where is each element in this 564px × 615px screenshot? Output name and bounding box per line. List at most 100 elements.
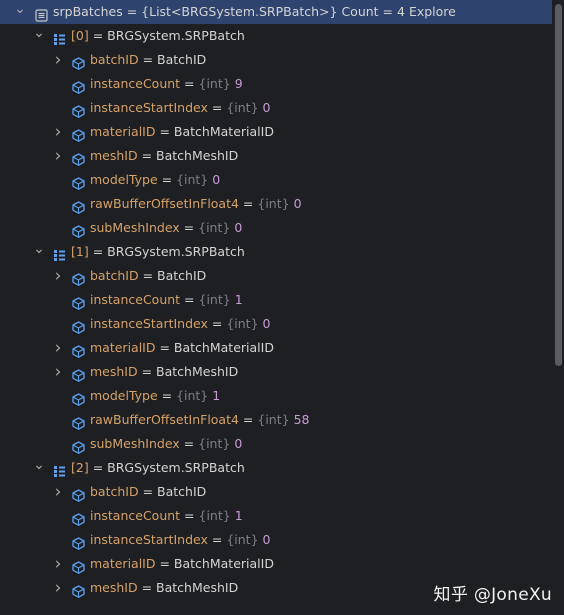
field-value: 0 <box>234 220 243 235</box>
expand-chevron-icon[interactable]: › <box>51 336 65 360</box>
tree-row-field[interactable]: subMeshIndex = {int} 0 <box>0 432 552 456</box>
struct-item-icon <box>53 30 66 45</box>
field-icon <box>72 294 85 310</box>
tree-row-field[interactable]: › batchID = BatchID <box>0 480 552 504</box>
equals-sign: = <box>155 340 174 355</box>
field-label: instanceCount = {int} 9 <box>90 72 243 96</box>
tree-row-field[interactable]: modelType = {int} 1 <box>0 384 552 408</box>
field-icon <box>72 390 85 406</box>
field-icon <box>72 222 85 238</box>
field-icon <box>72 126 85 142</box>
field-icon <box>72 486 85 502</box>
collapse-chevron-icon[interactable]: ⌄ <box>32 24 46 48</box>
field-label: meshID = BatchMeshID <box>90 576 238 600</box>
field-label: subMeshIndex = {int} 0 <box>90 216 242 240</box>
equals-sign: = <box>138 52 158 67</box>
explore-link[interactable]: Explore <box>409 4 456 19</box>
equals-sign: = <box>88 244 108 259</box>
field-value: BatchID <box>157 52 207 67</box>
tree-row-field[interactable]: instanceStartIndex = {int} 0 <box>0 312 552 336</box>
tree-row-root[interactable]: ⌄ srpBatches = {List<BRGSystem.SRPBatch>}… <box>0 0 552 24</box>
field-label: rawBufferOffsetInFloat4 = {int} 0 <box>90 192 302 216</box>
field-label: subMeshIndex = {int} 0 <box>90 432 242 456</box>
equals-sign: = <box>155 124 174 139</box>
expand-chevron-icon[interactable]: › <box>51 480 65 504</box>
field-label: batchID = BatchID <box>90 264 206 288</box>
tree-row-batch[interactable]: ⌄ [2] = BRGSystem.SRPBatch <box>0 456 552 480</box>
field-type: {int} <box>176 388 209 403</box>
batch-type: BRGSystem.SRPBatch <box>107 28 245 43</box>
tree-row-field[interactable]: › batchID = BatchID <box>0 48 552 72</box>
expand-chevron-icon[interactable]: › <box>51 144 65 168</box>
field-name: meshID <box>90 580 138 595</box>
field-name: batchID <box>90 484 139 499</box>
field-name: instanceCount <box>90 292 181 307</box>
expand-chevron-icon[interactable]: › <box>51 48 65 72</box>
field-type: {int} <box>198 76 231 91</box>
expand-chevron-icon[interactable]: › <box>51 360 65 384</box>
struct-item-icon <box>53 246 66 261</box>
field-type: {int} <box>226 100 259 115</box>
field-value: BatchMeshID <box>156 580 239 595</box>
expand-chevron-icon[interactable]: › <box>51 552 65 576</box>
field-name: rawBufferOffsetInFloat4 <box>90 196 239 211</box>
field-value: 0 <box>234 436 243 451</box>
tree-row-batch[interactable]: ⌄ [1] = BRGSystem.SRPBatch <box>0 240 552 264</box>
tree-row-field[interactable]: › meshID = BatchMeshID <box>0 360 552 384</box>
tree-row-field[interactable]: › batchID = BatchID <box>0 264 552 288</box>
expand-chevron-icon[interactable]: › <box>51 264 65 288</box>
field-name: instanceCount <box>90 76 181 91</box>
expand-chevron-icon[interactable]: › <box>51 576 65 600</box>
tree-row-field[interactable]: instanceCount = {int} 9 <box>0 72 552 96</box>
field-value: BatchMaterialID <box>173 340 274 355</box>
batch-label: [1] = BRGSystem.SRPBatch <box>71 240 245 264</box>
collapse-chevron-icon[interactable]: ⌄ <box>32 240 46 264</box>
equals-sign: = <box>155 556 174 571</box>
tree-row-field[interactable]: › materialID = BatchMaterialID <box>0 552 552 576</box>
equals-sign: = <box>207 316 227 331</box>
equals-sign: = <box>157 388 177 403</box>
tree-row-field[interactable]: rawBufferOffsetInFloat4 = {int} 0 <box>0 192 552 216</box>
field-value: 1 <box>234 292 243 307</box>
tree-row-field[interactable]: › meshID = BatchMeshID <box>0 144 552 168</box>
collapse-chevron-icon[interactable]: ⌄ <box>13 0 27 24</box>
tree-row-field[interactable]: instanceStartIndex = {int} 0 <box>0 528 552 552</box>
batch-label: [0] = BRGSystem.SRPBatch <box>71 24 245 48</box>
tree-row-field[interactable]: modelType = {int} 0 <box>0 168 552 192</box>
field-icon <box>72 534 85 550</box>
field-type: {int} <box>226 316 259 331</box>
field-label: modelType = {int} 1 <box>90 384 220 408</box>
field-icon <box>72 318 85 334</box>
tree-row-field[interactable]: › materialID = BatchMaterialID <box>0 120 552 144</box>
tree-row-batch[interactable]: ⌄ [0] = BRGSystem.SRPBatch <box>0 24 552 48</box>
tree-row-field[interactable]: instanceCount = {int} 1 <box>0 288 552 312</box>
field-icon <box>72 270 85 286</box>
field-label: meshID = BatchMeshID <box>90 144 238 168</box>
field-value: 0 <box>262 316 271 331</box>
field-icon <box>72 414 85 430</box>
vertical-scrollbar[interactable] <box>555 4 562 366</box>
field-name: batchID <box>90 52 139 67</box>
collapse-chevron-icon[interactable]: ⌄ <box>32 456 46 480</box>
batch-index: [1] <box>71 244 89 259</box>
tree-row-field[interactable]: instanceStartIndex = {int} 0 <box>0 96 552 120</box>
equals-sign: = <box>180 508 199 523</box>
field-label: rawBufferOffsetInFloat4 = {int} 58 <box>90 408 309 432</box>
equals-sign: = <box>137 580 157 595</box>
field-label: materialID = BatchMaterialID <box>90 552 274 576</box>
tree-row-field[interactable]: rawBufferOffsetInFloat4 = {int} 58 <box>0 408 552 432</box>
field-name: instanceStartIndex <box>90 100 208 115</box>
field-name: materialID <box>90 556 156 571</box>
tree-row-field[interactable]: › materialID = BatchMaterialID <box>0 336 552 360</box>
field-icon <box>72 510 85 526</box>
equals-sign: = <box>157 172 177 187</box>
field-label: modelType = {int} 0 <box>90 168 220 192</box>
tree-row-field[interactable]: instanceCount = {int} 1 <box>0 504 552 528</box>
field-value: BatchID <box>157 484 207 499</box>
field-value: 1 <box>234 508 243 523</box>
expand-chevron-icon[interactable]: › <box>51 120 65 144</box>
field-icon <box>72 54 85 70</box>
variable-name: srpBatches <box>53 4 123 19</box>
field-name: meshID <box>90 148 138 163</box>
tree-row-field[interactable]: subMeshIndex = {int} 0 <box>0 216 552 240</box>
